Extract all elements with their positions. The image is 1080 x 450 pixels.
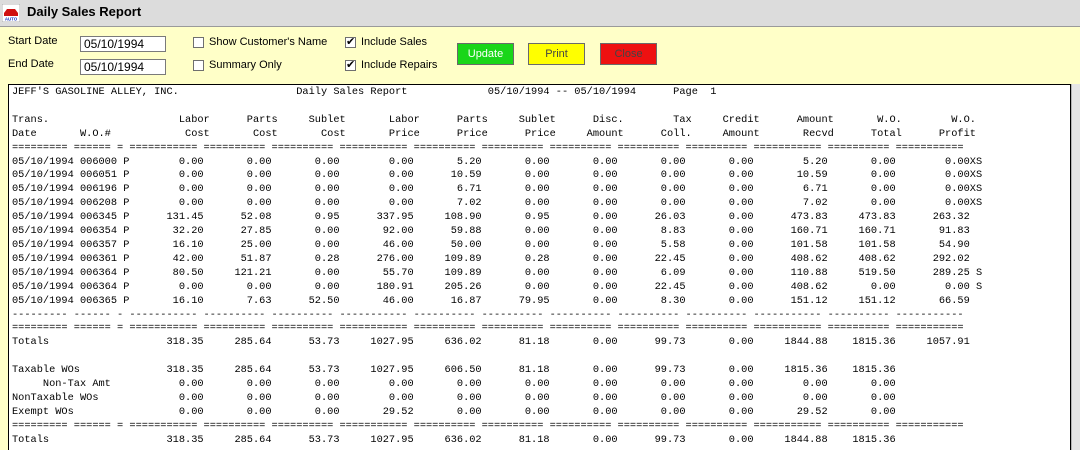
include-sales-check-icon <box>345 35 356 48</box>
end-date-input[interactable] <box>80 59 166 75</box>
filter-panel: Start Date End Date Show Customer's Name… <box>0 27 1080 83</box>
show-customers-name-check-icon <box>193 36 204 48</box>
summary-only-checkbox[interactable]: Summary Only <box>193 59 282 71</box>
summary-only-check-icon <box>193 59 204 71</box>
svg-text:AUTO: AUTO <box>5 17 18 22</box>
start-date-input[interactable] <box>80 36 166 52</box>
summary-only-label: Summary Only <box>209 59 282 71</box>
window-title: Daily Sales Report <box>27 4 142 19</box>
show-customers-name-checkbox[interactable]: Show Customer's Name <box>193 36 327 48</box>
include-repairs-check-icon <box>345 58 356 71</box>
print-button[interactable]: Print <box>528 43 585 65</box>
app-logo-icon: AUTO <box>2 4 20 22</box>
include-repairs-label: Include Repairs <box>361 59 438 71</box>
include-sales-label: Include Sales <box>361 36 428 48</box>
title-bar: AUTO Daily Sales Report <box>0 0 1080 27</box>
update-button[interactable]: Update <box>457 43 514 65</box>
start-date-label: Start Date <box>8 35 58 47</box>
include-repairs-checkbox[interactable]: Include Repairs <box>345 58 438 71</box>
close-button[interactable]: Close <box>600 43 657 65</box>
report-viewer[interactable]: JEFF'S GASOLINE ALLEY, INC. Daily Sales … <box>8 84 1071 450</box>
end-date-label: End Date <box>8 58 54 70</box>
report-text: JEFF'S GASOLINE ALLEY, INC. Daily Sales … <box>12 86 983 446</box>
include-sales-checkbox[interactable]: Include Sales <box>345 35 428 48</box>
report-scrollbar[interactable] <box>1071 84 1080 450</box>
show-customers-name-label: Show Customer's Name <box>209 36 328 48</box>
